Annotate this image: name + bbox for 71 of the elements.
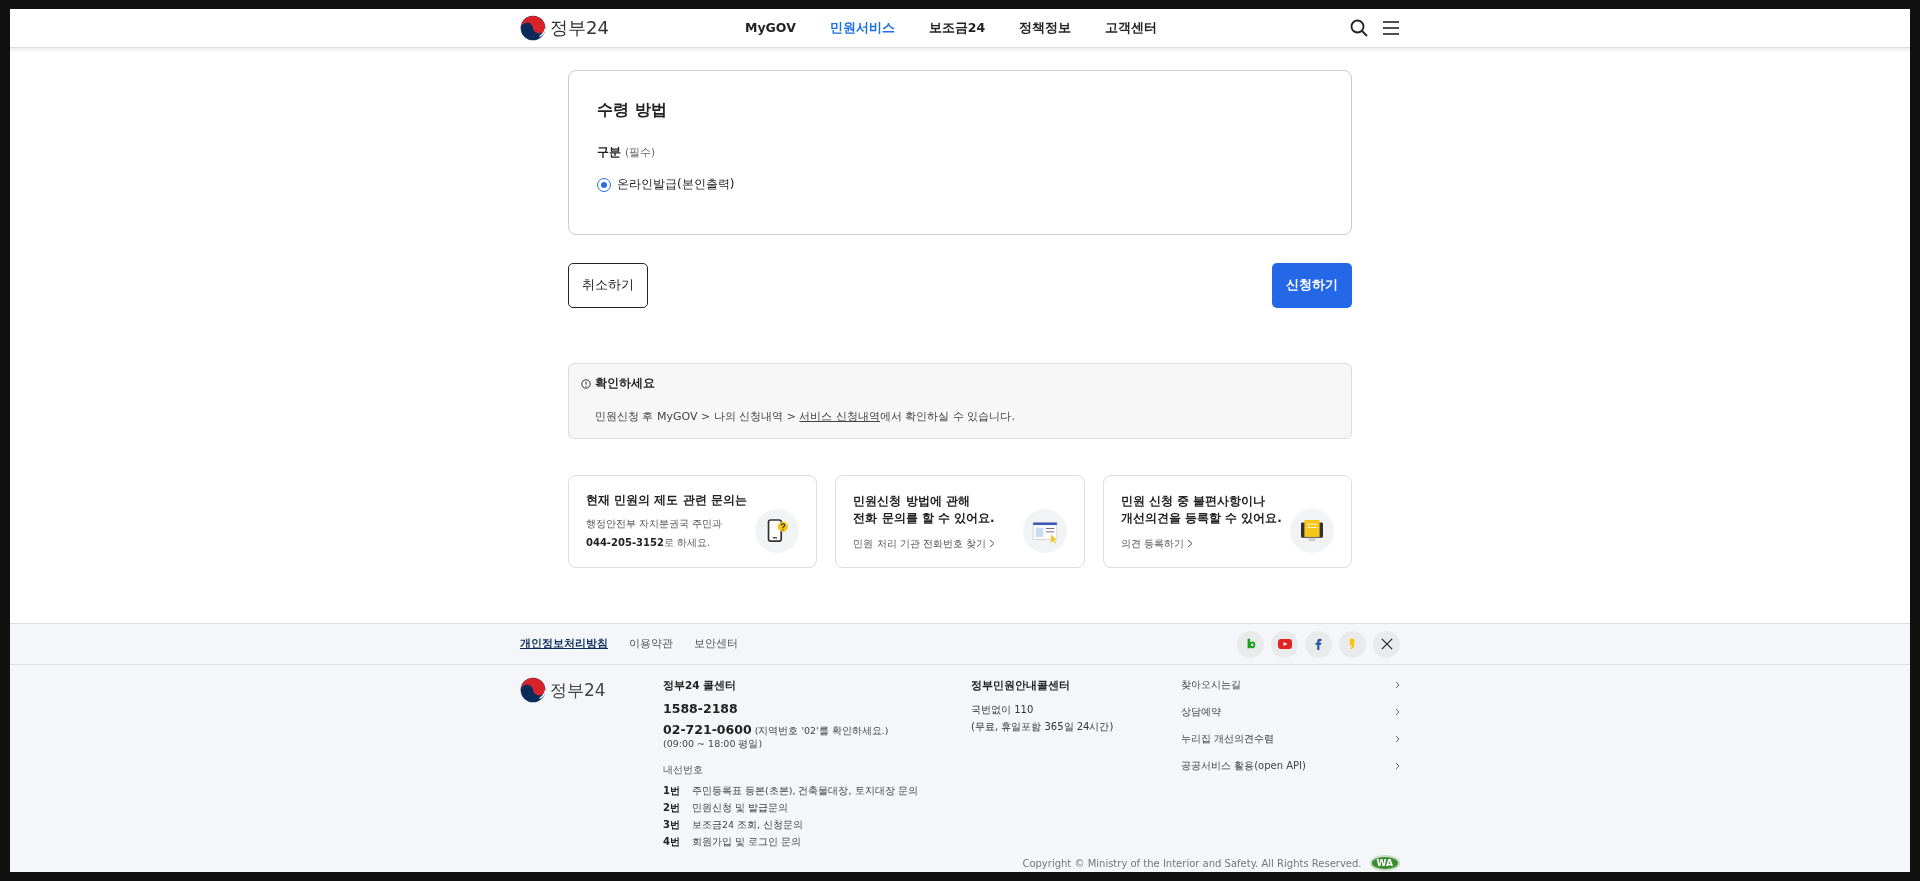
blog-button[interactable] bbox=[1237, 630, 1264, 658]
extension-description: 보조금24 조회, 신청문의 bbox=[692, 818, 804, 832]
info-icon bbox=[581, 378, 591, 389]
menu-icon bbox=[1382, 20, 1400, 36]
chevron-icon bbox=[989, 539, 996, 548]
nav-link[interactable]: 고객센터 bbox=[1105, 19, 1158, 37]
footer-link[interactable]: 보안센터 bbox=[694, 637, 738, 651]
notice-text: 민원신청 후 MyGOV > 나의 신청내역 > 서비스 신청내역에서 확인하실 수 있습니다. bbox=[595, 409, 1016, 424]
extension-number: 3번 bbox=[663, 818, 681, 832]
help-title: 민원신청 방법에 관해 전화 문의를 할 수 있어요. bbox=[853, 492, 996, 527]
guide-center-text: (무료, 휴일포함 365일 24시간) bbox=[971, 720, 1115, 734]
x-icon bbox=[1380, 638, 1393, 650]
hours-text: (09:00 ~ 18:00 평일) bbox=[663, 738, 764, 751]
logo-text[interactable]: 정부24 bbox=[550, 16, 609, 40]
youtube-icon bbox=[1277, 639, 1292, 649]
chevron-icon bbox=[1395, 681, 1400, 689]
extension-description: 민원신청 및 발급문의 bbox=[692, 801, 789, 815]
nav-link[interactable]: MyGOV bbox=[745, 19, 796, 37]
field-label: 구분 bbox=[597, 145, 621, 159]
section-title: 수령 방법 bbox=[597, 100, 668, 121]
footer-menu-link[interactable]: 찾아오시는길 bbox=[1181, 678, 1400, 692]
extension-number: 1번 bbox=[663, 784, 681, 798]
chevron-icon bbox=[1186, 539, 1193, 548]
footer-logo-text: 정부24 bbox=[550, 678, 606, 702]
chevron-icon bbox=[1395, 735, 1400, 743]
nav-link[interactable]: 민원서비스 bbox=[829, 19, 895, 37]
extension-description: 주민등록표 등본(초본), 건축물대장, 토지대장 문의 bbox=[692, 784, 918, 798]
phone-note: (지역번호 '02'를 확인하세요.) bbox=[754, 725, 889, 738]
kakao-icon bbox=[1349, 638, 1356, 650]
footer-menu-link[interactable]: 상담예약 bbox=[1181, 705, 1400, 719]
help-text: 044-205-3152로 하세요. bbox=[586, 535, 712, 550]
required-note: (필수) bbox=[625, 146, 656, 158]
youtube-button[interactable] bbox=[1271, 630, 1298, 658]
chevron-icon bbox=[1395, 708, 1400, 716]
document-cursor-icon bbox=[1022, 509, 1067, 553]
emblem-icon bbox=[520, 677, 546, 703]
search-icon bbox=[1350, 19, 1368, 37]
footer-link[interactable]: 개인정보처리방침 bbox=[520, 637, 608, 651]
copyright-text: Copyright © Ministry of the Interior and Safety. All Rights Reserved. bbox=[1022, 857, 1362, 869]
footer-link[interactable]: 이용약관 bbox=[629, 637, 673, 651]
nav-link[interactable]: 정책정보 bbox=[1019, 19, 1072, 37]
x-button[interactable] bbox=[1373, 630, 1400, 658]
facebook-button[interactable] bbox=[1305, 630, 1332, 658]
emblem-icon bbox=[520, 15, 546, 41]
radio-label[interactable]: 온라인발급(본인출력) bbox=[617, 176, 735, 193]
footer-menu-link[interactable]: 누리집 개선의견수렴 bbox=[1181, 732, 1400, 746]
footer-menu-link[interactable]: 공공서비스 활용(open API) bbox=[1181, 759, 1400, 773]
nav-link[interactable]: 보조금24 bbox=[928, 19, 986, 37]
chevron-icon bbox=[1395, 762, 1400, 770]
accessibility-mark: WA bbox=[1369, 855, 1400, 871]
monitor-note-icon bbox=[1290, 509, 1334, 553]
notice-title: 확인하세요 bbox=[595, 376, 655, 391]
help-title: 현재 민원의 제도 관련 문의는 bbox=[586, 491, 747, 509]
cancel-button[interactable]: 취소하기 bbox=[568, 263, 648, 308]
service-history-link[interactable]: 서비스 신청내역 bbox=[799, 410, 880, 423]
facebook-icon bbox=[1315, 638, 1322, 650]
guide-center-title: 정부민원안내콜센터 bbox=[971, 679, 1071, 693]
help-title: 민원 신청 중 불편사항이나 개선의견을 등록할 수 있어요. bbox=[1120, 492, 1282, 527]
extension-number: 4번 bbox=[663, 835, 681, 849]
submit-button[interactable]: 신청하기 bbox=[1272, 263, 1352, 308]
help-text: 행정안전부 자치분권국 주민과 bbox=[586, 516, 724, 531]
phone-number: 02-721-0600 bbox=[663, 722, 752, 737]
call-center-title: 정부24 콜센터 bbox=[663, 679, 738, 693]
guide-center-text: 국번없이 110 bbox=[971, 703, 1035, 717]
phone-number: 1588-2188 bbox=[663, 701, 739, 716]
extension-number: 2번 bbox=[663, 801, 681, 815]
help-link[interactable]: 민원 처리 기관 전화번호 찾기 bbox=[853, 536, 996, 551]
extension-description: 회원가입 및 로그인 문의 bbox=[692, 835, 802, 849]
extension-title: 내선번호 bbox=[663, 764, 704, 777]
help-link[interactable]: 의견 등록하기 bbox=[1120, 536, 1193, 551]
phone-question-icon bbox=[755, 509, 800, 553]
